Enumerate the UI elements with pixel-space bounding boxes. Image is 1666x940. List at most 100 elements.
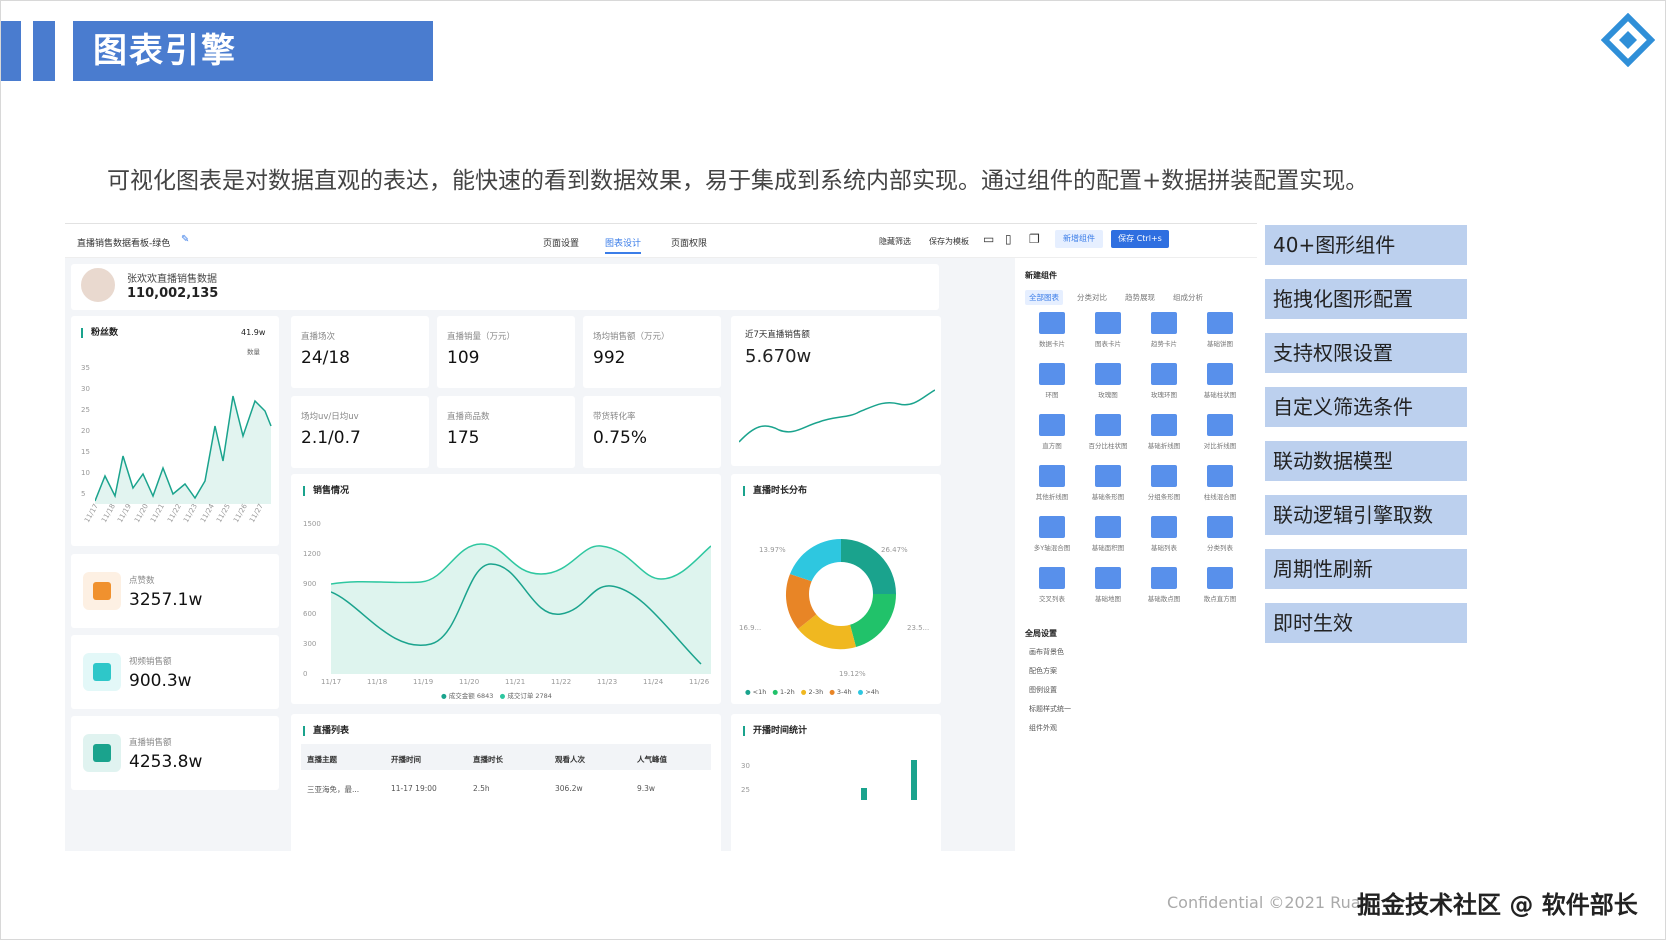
widget-item[interactable]: 百分比柱状图 <box>1081 414 1135 450</box>
table-header-cell: 直播时长 <box>473 755 503 764</box>
widget-item[interactable]: 基础饼图 <box>1193 312 1247 348</box>
widget-item[interactable]: 数据卡片 <box>1025 312 1079 348</box>
widget-item[interactable]: 交叉列表 <box>1025 567 1079 603</box>
widget-item[interactable]: 基础地图 <box>1081 567 1135 603</box>
stat-card: 场均销售额（万元） 992 <box>583 316 721 388</box>
edit-icon[interactable]: ✎ <box>181 234 189 245</box>
panel-tab[interactable]: 全部图表 <box>1025 290 1063 305</box>
stat-icon <box>83 653 121 691</box>
stat-card: 直播商品数 175 <box>437 396 575 468</box>
mobile-icon[interactable]: ▯ <box>1005 232 1012 246</box>
panel-section[interactable]: 全局设置 <box>1025 628 1057 639</box>
side-stat-label: 直播销售额 <box>129 738 172 748</box>
widget-item[interactable]: 基础散点图 <box>1137 567 1191 603</box>
profile-card: 张欢欢直播销售数据 110,002,135 <box>71 264 939 310</box>
open-time-card: 开播时间统计 30 25 <box>731 714 941 851</box>
fans-y-tick: 35 <box>81 364 90 372</box>
widget-item[interactable]: 基础面积图 <box>1081 516 1135 552</box>
panel-tab[interactable]: 趋势展现 <box>1121 290 1159 305</box>
sales-y-tick: 600 <box>303 610 317 618</box>
widget-item[interactable]: 分类列表 <box>1193 516 1247 552</box>
widget-item[interactable]: 柱线混合图 <box>1193 465 1247 501</box>
sales-y-tick: 900 <box>303 580 317 588</box>
widget-item[interactable]: 基础列表 <box>1137 516 1191 552</box>
widget-icon <box>1151 567 1177 589</box>
sales-x-tick: 11/23 <box>597 678 618 686</box>
panel-section[interactable]: 画布背景色 <box>1029 647 1064 657</box>
panel-section[interactable]: 标题样式统一 <box>1029 704 1071 714</box>
duration-legend: ● <1h ● 1-2h ● 2-3h ● 3-4h ● >4h <box>745 688 879 696</box>
save-template-button[interactable]: 保存为模板 <box>929 236 969 247</box>
widget-label: 基础散点图 <box>1147 595 1181 603</box>
footer-confidential: Confidential ©2021 Ruan <box>1167 893 1371 912</box>
fans-line-chart <box>95 395 272 504</box>
side-stat-card: 点赞数 3257.1w <box>71 554 279 628</box>
fans-value: 41.9w <box>241 328 266 337</box>
table-header-cell: 人气峰值 <box>637 755 667 764</box>
copy-icon[interactable]: ❐ <box>1029 232 1040 246</box>
legend-label: 2-3h <box>808 688 824 696</box>
stat-card: 直播销量（万元） 109 <box>437 316 575 388</box>
widget-item[interactable]: 其他折线图 <box>1025 465 1079 501</box>
widget-item[interactable]: 直方图 <box>1025 414 1079 450</box>
panel-section[interactable]: 图例设置 <box>1029 685 1057 695</box>
widget-item[interactable]: 环图 <box>1025 363 1079 399</box>
tab-chart-design[interactable]: 图表设计 <box>605 236 642 254</box>
stat-card: 带货转化率 0.75% <box>583 396 721 468</box>
fans-y-tick: 5 <box>81 490 86 498</box>
widget-item[interactable]: 基础折线图 <box>1137 414 1191 450</box>
week-sales-value: 5.670w <box>745 346 812 367</box>
widget-item[interactable]: 多Y轴混合图 <box>1025 516 1079 552</box>
widget-label: 基础地图 <box>1095 595 1121 603</box>
board-title: 直播销售数据看板-绿色 <box>77 239 171 249</box>
widget-item[interactable]: 散点直方图 <box>1193 567 1247 603</box>
fans-card: 粉丝数 41.9w 数量 35 30 25 20 15 10 5 11/17 11/18 11/1… <box>71 316 279 546</box>
table-cell: 9.3w <box>637 784 656 793</box>
duration-label: 26.47% <box>881 546 908 554</box>
widget-icon <box>1207 312 1233 334</box>
week-sales-label: 近7天直播销售额 <box>745 330 810 340</box>
tab-page-permissions[interactable]: 页面权限 <box>671 236 707 249</box>
widget-label: 其他折线图 <box>1035 493 1069 501</box>
panel-tab[interactable]: 分类对比 <box>1073 290 1111 305</box>
sales-legend-orders: 成交订单 2784 <box>507 692 552 700</box>
panel-section[interactable]: 配色方案 <box>1029 666 1057 676</box>
widget-icon <box>1151 363 1177 385</box>
table-cell: 三亚海免，最... <box>307 785 360 794</box>
sales-y-tick: 300 <box>303 640 317 648</box>
widget-item[interactable]: 趋势卡片 <box>1137 312 1191 348</box>
widget-item[interactable]: 分组条形图 <box>1137 465 1191 501</box>
widget-label: 对比折线图 <box>1203 442 1237 450</box>
widget-label: 基础饼图 <box>1207 340 1233 348</box>
stat-value: 992 <box>593 348 626 368</box>
desktop-icon[interactable]: ▭ <box>983 232 994 246</box>
stat-icon-glyph <box>93 582 111 600</box>
feature-item: 即时生效 <box>1265 603 1467 643</box>
sales-x-tick: 11/21 <box>505 678 526 686</box>
widget-label: 百分比柱状图 <box>1088 442 1128 450</box>
open-time-y-tick: 25 <box>741 786 750 794</box>
widget-item[interactable]: 玫瑰环图 <box>1137 363 1191 399</box>
widget-item[interactable]: 图表卡片 <box>1081 312 1135 348</box>
side-stat-value: 900.3w <box>129 671 192 691</box>
fans-y-tick: 20 <box>81 427 90 435</box>
panel-tab[interactable]: 组成分析 <box>1169 290 1207 305</box>
widget-item[interactable]: 基础柱状图 <box>1193 363 1247 399</box>
widget-item[interactable]: 玫瑰图 <box>1081 363 1135 399</box>
slide: 图表引擎 可视化图表是对数据直观的表达，能快速的看到数据效果，易于集成到系统内部… <box>0 0 1666 940</box>
add-widget-button[interactable]: 新增组件 <box>1055 230 1103 248</box>
widget-icon <box>1039 414 1065 436</box>
watermark: 掘金技术社区 @ 软件部长 <box>1357 891 1638 919</box>
save-button[interactable]: 保存 Ctrl+s <box>1111 230 1169 248</box>
sales-x-tick: 11/20 <box>459 678 480 686</box>
widget-item[interactable]: 对比折线图 <box>1193 414 1247 450</box>
tab-page-settings[interactable]: 页面设置 <box>543 236 579 249</box>
stat-value: 175 <box>447 428 480 448</box>
legend-dot: ● <box>772 688 779 696</box>
duration-label: 19.12% <box>839 670 866 678</box>
widget-item[interactable]: 基础条形图 <box>1081 465 1135 501</box>
panel-section[interactable]: 组件外观 <box>1029 723 1057 733</box>
hide-filter-button[interactable]: 隐藏筛选 <box>879 236 911 247</box>
widget-label: 直方图 <box>1042 442 1062 450</box>
feature-item: 40+图形组件 <box>1265 225 1467 265</box>
